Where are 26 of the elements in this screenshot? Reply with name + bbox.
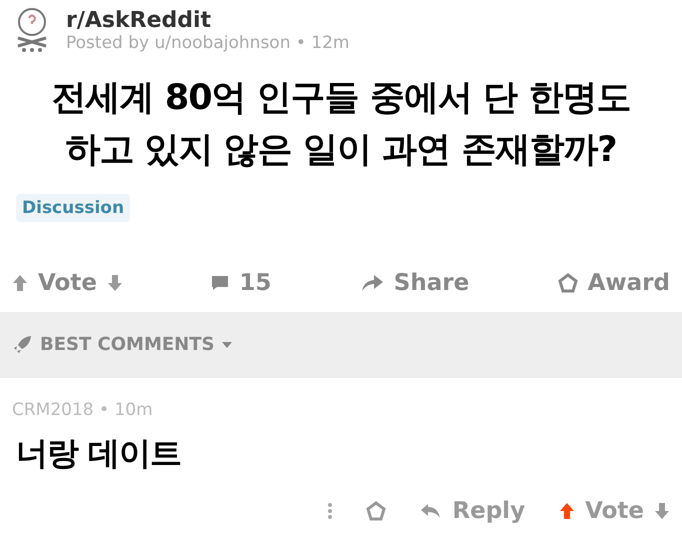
subreddit-name[interactable]: r/AskReddit	[66, 8, 350, 32]
comment-count[interactable]: 15	[239, 270, 272, 296]
caret-icon	[222, 342, 232, 348]
award-icon[interactable]	[558, 273, 578, 293]
comment-meta: CRM2018 • 10m	[12, 400, 154, 420]
vote-label: Vote	[585, 498, 644, 524]
share-button[interactable]: Share	[394, 270, 470, 296]
rocket-icon	[12, 334, 32, 354]
comment-icon[interactable]	[211, 275, 230, 291]
more-options-icon[interactable]	[328, 502, 332, 520]
post-title-line: 하고 있지 않은 일이 과연 존재할까?	[65, 129, 617, 172]
share-arrow-icon[interactable]	[360, 274, 384, 292]
downvote-icon[interactable]	[654, 502, 670, 520]
comment-text: 너랑 데이트	[16, 433, 182, 474]
sort-dropdown[interactable]: BEST COMMENTS	[12, 332, 232, 357]
reply-button[interactable]: Reply	[452, 498, 526, 524]
flair-tag[interactable]: Discussion	[16, 194, 130, 222]
downvote-icon[interactable]	[106, 274, 123, 292]
vote-label: Vote	[38, 270, 97, 296]
award-icon[interactable]	[366, 501, 386, 521]
upvote-icon[interactable]	[12, 274, 28, 292]
post-byline: Posted by u/noobajohnson • 12m	[66, 32, 350, 52]
upvote-icon[interactable]	[559, 502, 576, 520]
award-button[interactable]: Award	[588, 270, 670, 296]
reply-arrow-icon[interactable]	[420, 503, 442, 519]
post-title-line: 전세계 80억 인구들 중에서 단 한명도	[52, 77, 630, 120]
